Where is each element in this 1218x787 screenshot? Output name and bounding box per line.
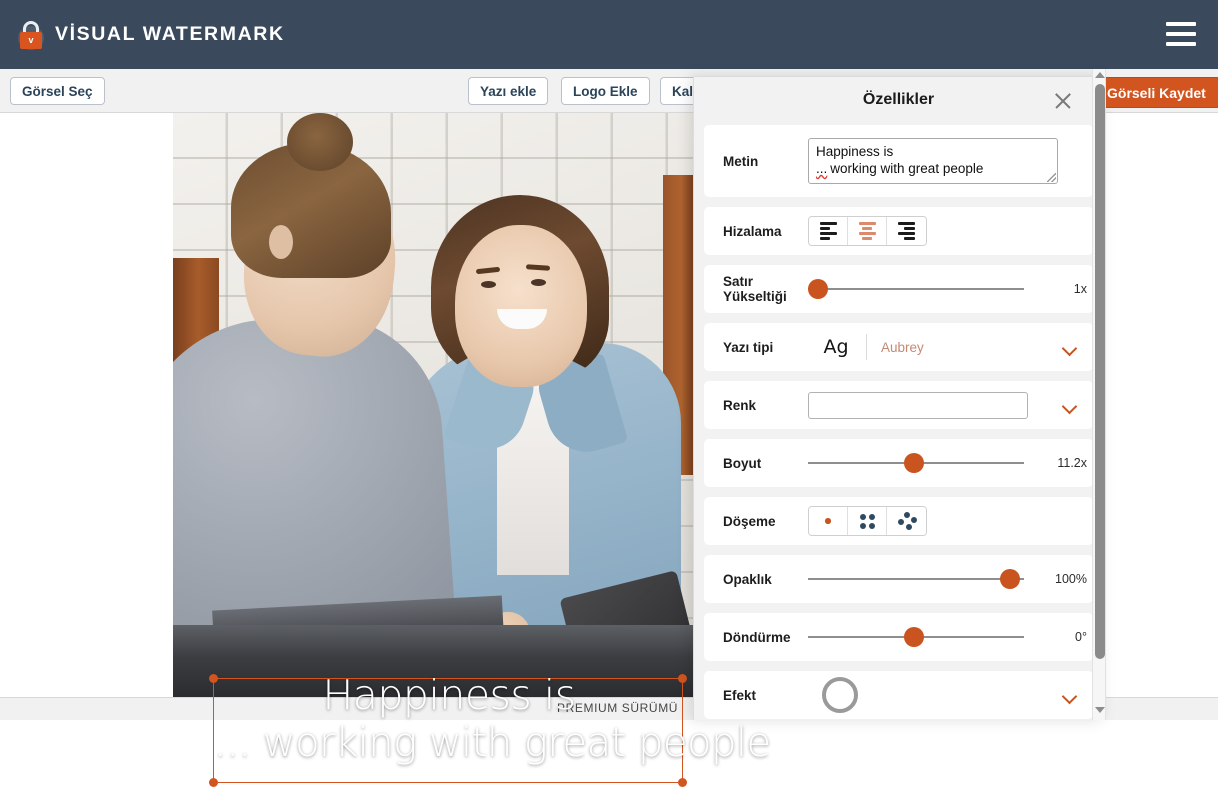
effect-preview-circle[interactable]: [822, 677, 858, 713]
row-tiling: Döşeme: [704, 497, 1093, 545]
watermark-text-input[interactable]: Happiness is ... working with great peop…: [808, 138, 1058, 184]
divider: [866, 334, 867, 360]
resize-handle-bottom-right[interactable]: [678, 778, 687, 787]
select-image-button[interactable]: Görsel Seç: [10, 77, 105, 105]
font-preview-glyphs: Ag: [823, 336, 849, 358]
hamburger-bar: [1166, 42, 1196, 46]
row-size: Boyut 11.2x: [704, 439, 1093, 487]
line-height-slider[interactable]: [808, 279, 1024, 299]
scrollbar-thumb[interactable]: [1095, 84, 1105, 659]
hamburger-icon[interactable]: [1166, 22, 1196, 46]
row-effect[interactable]: Efekt: [704, 671, 1093, 719]
slider-track: [808, 578, 1024, 580]
row-color-label: Renk: [723, 397, 757, 413]
alignment-segmented-control: [808, 216, 927, 246]
row-font-label: Yazı tipi: [723, 339, 774, 355]
panel-scrollbar[interactable]: [1092, 69, 1106, 720]
brand-name: VİSUAL WATERMARK: [55, 23, 285, 45]
row-effect-label: Efekt: [723, 687, 757, 703]
row-font[interactable]: Yazı tipi Ag Aubrey: [704, 323, 1093, 371]
save-image-button[interactable]: Görseli Kaydet: [1092, 77, 1218, 108]
watermark-text: Happiness is ... working with great peop…: [214, 671, 771, 767]
watermark-selection-box[interactable]: Happiness is ... working with great peop…: [209, 671, 771, 787]
tile-grid-icon[interactable]: [848, 507, 887, 535]
tiling-segmented-control: [808, 506, 927, 536]
hamburger-bar: [1166, 32, 1196, 36]
line-height-value: 1x: [1073, 282, 1087, 296]
row-opacity-label: Opaklık: [723, 571, 772, 587]
brand-logo: v VİSUAL WATERMARK: [0, 20, 285, 50]
font-name-value: Aubrey: [881, 339, 924, 355]
row-text-label: Metin: [723, 153, 759, 169]
resize-handle-top-right[interactable]: [678, 674, 687, 683]
row-line-height: Satır Yükseltiği 1x: [704, 265, 1093, 313]
tile-single-icon[interactable]: [809, 507, 848, 535]
slider-knob[interactable]: [808, 279, 828, 299]
woman-face: [455, 225, 587, 387]
arrow-up-icon[interactable]: [1095, 72, 1105, 82]
text-input-line-2: working with great people: [830, 161, 984, 177]
size-value: 11.2x: [1057, 456, 1087, 470]
man-ear: [269, 225, 293, 259]
rotation-value: 0°: [1075, 630, 1087, 644]
resize-handle-top-left[interactable]: [209, 674, 218, 683]
row-color: Renk: [704, 381, 1093, 429]
row-line-height-label: Satır Yükseltiği: [723, 274, 787, 304]
align-left-icon[interactable]: [809, 217, 848, 245]
slider-knob[interactable]: [904, 627, 924, 647]
row-alignment-label: Hizalama: [723, 223, 782, 239]
add-text-button[interactable]: Yazı ekle: [468, 77, 549, 105]
app-header: v VİSUAL WATERMARK: [0, 0, 1218, 69]
watermark-line-1: Happiness is: [322, 671, 576, 719]
hamburger-bar: [1166, 22, 1196, 26]
text-input-dots: ...: [816, 161, 828, 177]
woman-eye-left: [481, 281, 496, 288]
woman-eye-right: [531, 279, 546, 286]
chevron-down-icon[interactable]: [1064, 343, 1075, 354]
row-rotation-label: Döndürme: [723, 629, 791, 645]
page-title: Özellikler: [862, 91, 935, 108]
resize-handle-bottom-left[interactable]: [209, 778, 218, 787]
text-input-line-1: Happiness is: [816, 144, 894, 159]
properties-panel: Özellikler Metin Happiness is ... workin…: [693, 76, 1104, 720]
row-alignment: Hizalama: [704, 207, 1093, 255]
rotation-slider[interactable]: [808, 627, 1024, 647]
close-icon[interactable]: [1053, 91, 1073, 111]
opacity-slider[interactable]: [808, 569, 1024, 589]
man-hair-bun: [287, 113, 353, 171]
properties-panel-header: Özellikler: [694, 77, 1103, 125]
row-text: Metin Happiness is ... working with grea…: [704, 125, 1093, 197]
align-center-icon[interactable]: [848, 217, 887, 245]
lock-body: v: [20, 31, 42, 49]
watermark-line-2: ... working with great people: [214, 719, 771, 766]
chevron-down-icon[interactable]: [1064, 691, 1075, 702]
row-size-label: Boyut: [723, 455, 762, 471]
photo-preview[interactable]: [173, 113, 693, 697]
size-slider[interactable]: [808, 453, 1024, 473]
row-tiling-label: Döşeme: [723, 513, 776, 529]
arrow-down-icon[interactable]: [1095, 707, 1105, 717]
slider-knob[interactable]: [1000, 569, 1020, 589]
row-opacity: Opaklık 100%: [704, 555, 1093, 603]
row-rotation: Döndürme 0°: [704, 613, 1093, 661]
slider-knob[interactable]: [904, 453, 924, 473]
color-swatch[interactable]: [808, 391, 1028, 419]
chevron-down-icon[interactable]: [1064, 401, 1075, 412]
slider-track: [808, 288, 1024, 290]
tile-scatter-icon[interactable]: [887, 507, 926, 535]
lock-icon: v: [18, 20, 44, 50]
textarea-resize-handle[interactable]: [1047, 173, 1056, 182]
align-right-icon[interactable]: [887, 217, 926, 245]
add-logo-button[interactable]: Logo Ekle: [561, 77, 650, 105]
opacity-value: 100%: [1055, 572, 1087, 586]
